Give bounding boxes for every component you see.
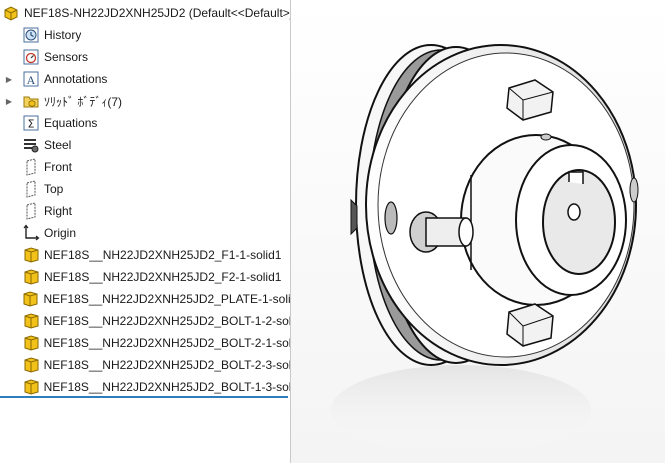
tree-item-label: NEF18S__NH22JD2XNH25JD2_F1-1-solid1 <box>44 248 282 262</box>
tree-item-plane[interactable]: Top <box>0 178 290 200</box>
plane-icon <box>22 180 40 198</box>
expand-arrow-icon[interactable]: ▶ <box>4 90 14 112</box>
tree-item-solid-body[interactable]: NEF18S__NH22JD2XNH25JD2_BOLT-2-1-solid <box>0 332 290 354</box>
tree-item-label: NEF18S__NH22JD2XNH25JD2_BOLT-2-3-solid <box>43 358 290 372</box>
tree-item-label: NEF18S__NH22JD2XNH25JD2_BOLT-1-3-solid <box>43 380 290 394</box>
tree-item-solid-body[interactable]: NEF18S__NH22JD2XNH25JD2_F1-1-solid1 <box>0 244 290 266</box>
tree-item-solid-body[interactable]: NEF18S__NH22JD2XNH25JD2_BOLT-2-3-solid <box>0 354 290 376</box>
plane-icon <box>22 202 40 220</box>
tree-item-solid-body[interactable]: NEF18S__NH22JD2XNH25JD2_PLATE-1-solid1 <box>0 288 290 310</box>
tree-item-solid-body[interactable]: NEF18S__NH22JD2XNH25JD2_BOLT-1-3-solid <box>0 376 290 398</box>
tree-item-label: Right <box>44 204 73 218</box>
tree-item-origin[interactable]: Origin <box>0 222 290 244</box>
coupling-3d-model <box>331 44 639 455</box>
tree-item-solid-bodies-folder[interactable]: ▶ ｿﾘｯﾄﾞ ﾎﾞﾃﾞｨ(7) <box>0 90 290 112</box>
tree-divider <box>0 396 288 398</box>
tree-item-annotations[interactable]: ▶ A Annotations <box>0 68 290 90</box>
graphics-viewport[interactable] <box>291 0 665 463</box>
solid-body-icon <box>22 246 40 264</box>
solid-body-icon <box>22 312 40 330</box>
tree-item-label: NEF18S__NH22JD2XNH25JD2_PLATE-1-solid1 <box>43 292 290 306</box>
tree-item-label: Annotations <box>44 72 108 86</box>
tree-item-label: History <box>44 28 82 42</box>
solid-body-icon <box>22 356 40 374</box>
tree-item-label: Origin <box>44 226 77 240</box>
part-icon <box>2 4 20 22</box>
tree-item-label: NEF18S__NH22JD2XNH25JD2_BOLT-1-2-solid <box>43 314 290 328</box>
tree-item-solid-body[interactable]: NEF18S__NH22JD2XNH25JD2_F2-1-solid1 <box>0 266 290 288</box>
svg-text:Σ: Σ <box>28 118 35 131</box>
expand-arrow-icon[interactable]: ▶ <box>4 68 14 90</box>
material-icon <box>22 136 40 154</box>
tree-item-label: Front <box>44 160 73 174</box>
annotations-icon: A <box>22 70 40 88</box>
tree-root-label: NEF18S-NH22JD2XNH25JD2 (Default<<Default… <box>24 6 290 20</box>
tree-item-plane[interactable]: Front <box>0 156 290 178</box>
tree-item-equations[interactable]: Σ Equations <box>0 112 290 134</box>
tree-item-history[interactable]: History <box>0 24 290 46</box>
tree-item-label: ｿﾘｯﾄﾞ ﾎﾞﾃﾞｨ(7) <box>44 94 123 109</box>
solid-body-icon <box>22 378 40 396</box>
svg-text:A: A <box>27 73 36 87</box>
solid-body-icon <box>22 334 40 352</box>
history-icon <box>22 26 40 44</box>
solid-body-icon <box>22 268 40 286</box>
tree-item-label: NEF18S__NH22JD2XNH25JD2_F2-1-solid1 <box>44 270 282 284</box>
plane-icon <box>22 158 40 176</box>
solid-bodies-folder-icon <box>22 92 40 110</box>
tree-item-label: Steel <box>44 138 72 152</box>
tree-root-part[interactable]: NEF18S-NH22JD2XNH25JD2 (Default<<Default… <box>0 2 290 24</box>
solid-body-icon <box>21 290 39 308</box>
feature-manager-tree: NEF18S-NH22JD2XNH25JD2 (Default<<Default… <box>0 0 291 463</box>
tree-item-plane[interactable]: Right <box>0 200 290 222</box>
tree-item-solid-body[interactable]: NEF18S__NH22JD2XNH25JD2_BOLT-1-2-solid <box>0 310 290 332</box>
equations-icon: Σ <box>22 114 40 132</box>
tree-item-sensors[interactable]: Sensors <box>0 46 290 68</box>
origin-icon <box>22 224 40 242</box>
tree-item-material[interactable]: Steel <box>0 134 290 156</box>
tree-item-label: Top <box>44 182 64 196</box>
sensors-icon <box>22 48 40 66</box>
tree-item-label: Sensors <box>44 50 89 64</box>
tree-item-label: NEF18S__NH22JD2XNH25JD2_BOLT-2-1-solid <box>43 336 290 350</box>
tree-item-label: Equations <box>44 116 98 130</box>
